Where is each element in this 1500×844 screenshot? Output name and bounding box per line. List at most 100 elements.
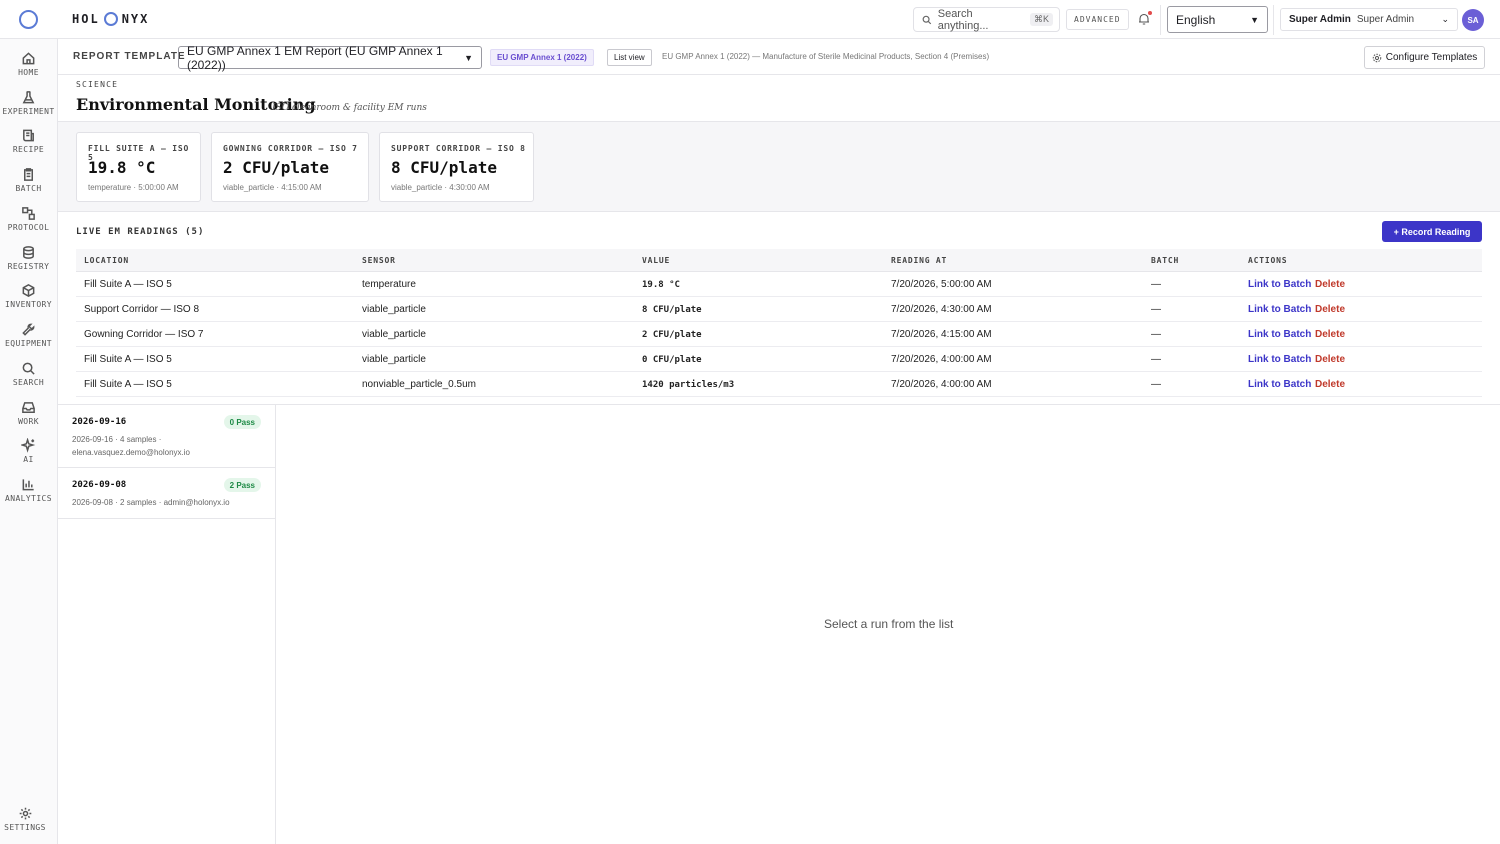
delete-button[interactable]: Delete	[1315, 329, 1345, 340]
card-meta: temperature · 5:00:00 AM	[88, 183, 179, 192]
sidebar-item-protocol[interactable]: PROTOCOL	[0, 206, 57, 242]
delete-button[interactable]: Delete	[1315, 354, 1345, 365]
cell-reading-at: 7/20/2026, 5:00:00 AM	[891, 279, 992, 290]
table-row: Gowning Corridor — ISO 7 viable_particle…	[76, 322, 1482, 347]
delete-button[interactable]: Delete	[1315, 379, 1345, 390]
protocol-icon	[22, 207, 35, 220]
summary-card: SUPPORT CORRIDOR — ISO 8 8 CFU/plate via…	[379, 132, 534, 202]
language-value: English	[1176, 12, 1216, 27]
search-placeholder: Search anything...	[937, 7, 989, 32]
summary-card: FILL SUITE A — ISO 5 19.8 °C temperature…	[76, 132, 201, 202]
delete-button[interactable]: Delete	[1315, 304, 1345, 315]
user-role: Super Admin	[1289, 14, 1351, 25]
sidebar-item-work[interactable]: WORK	[0, 400, 57, 436]
sidebar-item-settings[interactable]: SETTINGS	[0, 806, 50, 842]
sidebar-item-registry[interactable]: REGISTRY	[0, 245, 57, 281]
sidebar-item-equipment[interactable]: EQUIPMENT	[0, 322, 57, 358]
record-reading-button[interactable]: + Record Reading	[1382, 221, 1482, 242]
gear-icon	[19, 807, 31, 820]
cell-sensor: viable_particle	[362, 354, 426, 365]
user-menu[interactable]: Super Admin Super Admin ⌄	[1280, 8, 1458, 31]
divider	[1160, 5, 1161, 35]
flask-icon	[22, 91, 35, 104]
delete-button[interactable]: Delete	[1315, 279, 1345, 290]
table-row: Fill Suite A — ISO 5 nonviable_particle_…	[76, 372, 1482, 397]
column-header-batch: BATCH	[1151, 256, 1180, 265]
cell-batch: —	[1151, 354, 1161, 365]
sidebar-item-label: WORK	[18, 417, 39, 426]
sidebar-item-inventory[interactable]: INVENTORY	[0, 283, 57, 319]
sidebar-item-recipe[interactable]: RECIPE	[0, 128, 57, 164]
card-meta: viable_particle · 4:15:00 AM	[223, 183, 322, 192]
cell-batch: —	[1151, 379, 1161, 390]
brand-left: HOL	[72, 12, 100, 26]
list-item[interactable]: 2026-09-16 0 Pass 2026-09-16 · 4 samples…	[58, 405, 275, 468]
configure-templates-button[interactable]: Configure Templates	[1364, 46, 1485, 69]
link-to-batch-button[interactable]: Link to Batch	[1248, 329, 1311, 340]
cell-value: 8 CFU/plate	[642, 305, 702, 315]
search-icon	[22, 362, 35, 375]
sidebar-item-home[interactable]: HOME	[0, 51, 57, 87]
cell-location: Support Corridor — ISO 8	[84, 304, 200, 315]
configure-templates-label: Configure Templates	[1385, 52, 1478, 63]
cell-value: 1420 particles/m3	[642, 380, 735, 390]
link-to-batch-button[interactable]: Link to Batch	[1248, 354, 1311, 365]
sidebar-item-analytics[interactable]: ANALYTICS	[0, 477, 57, 513]
column-header-location: LOCATION	[84, 256, 129, 265]
sparkle-icon	[21, 438, 36, 453]
page-header: SCIENCE Environmental Monitoring ISO cle…	[58, 75, 1500, 122]
wrench-icon	[22, 323, 35, 336]
sidebar-item-label: ANALYTICS	[5, 494, 52, 503]
list-item[interactable]: 2026-09-08 2 Pass 2026-09-08 · 2 samples…	[58, 468, 275, 519]
sidebar: HOME EXPERIMENT RECIPE BATCH PROTOCOL RE…	[0, 39, 58, 844]
sidebar-item-label: SEARCH	[12, 378, 45, 387]
language-select[interactable]: English ▼	[1167, 6, 1268, 33]
sidebar-item-label: RECIPE	[12, 145, 45, 154]
cell-reading-at: 7/20/2026, 4:00:00 AM	[891, 354, 992, 365]
run-date: 2026-09-08	[72, 480, 127, 490]
recipe-icon	[23, 129, 34, 142]
cell-location: Fill Suite A — ISO 5	[84, 279, 172, 290]
cell-reading-at: 7/20/2026, 4:30:00 AM	[891, 304, 992, 315]
link-to-batch-button[interactable]: Link to Batch	[1248, 379, 1311, 390]
sidebar-item-label: SETTINGS	[4, 823, 46, 832]
sidebar-item-ai[interactable]: AI	[0, 438, 57, 474]
table-row: Support Corridor — ISO 8 viable_particle…	[76, 297, 1482, 322]
search-icon	[922, 15, 932, 24]
chevron-down-icon: ▼	[464, 52, 473, 63]
global-search-input[interactable]: Search anything... ⌘K	[913, 7, 1060, 32]
report-template-select[interactable]: EU GMP Annex 1 EM Report (EU GMP Annex 1…	[178, 43, 482, 72]
report-template-value: EU GMP Annex 1 EM Report (EU GMP Annex 1…	[187, 43, 443, 72]
column-header-value: VALUE	[642, 256, 671, 265]
summary-card: GOWNING CORRIDOR — ISO 7 2 CFU/plate via…	[211, 132, 369, 202]
summary-cards: FILL SUITE A — ISO 5 19.8 °C temperature…	[58, 122, 1500, 212]
sidebar-item-label: PROTOCOL	[7, 223, 50, 232]
brand-right: NYX	[121, 12, 150, 26]
column-header-actions: ACTIONS	[1248, 256, 1288, 265]
page-subtitle: ISO cleanroom & facility EM runs	[272, 103, 427, 113]
sidebar-item-label: INVENTORY	[5, 300, 52, 309]
sidebar-item-label: EQUIPMENT	[5, 339, 52, 348]
readings-table: LOCATION SENSOR VALUE READING AT BATCH A…	[76, 249, 1482, 397]
chevron-down-icon: ▼	[1250, 14, 1259, 25]
advanced-search-button[interactable]: ADVANCED	[1066, 9, 1129, 30]
regulation-badge: EU GMP Annex 1 (2022)	[490, 49, 594, 66]
sidebar-item-search[interactable]: SEARCH	[0, 361, 57, 397]
app-logo-icon[interactable]	[19, 10, 38, 29]
sidebar-item-label: AI	[23, 455, 34, 464]
list-view-button[interactable]: List view	[607, 49, 652, 66]
cell-batch: —	[1151, 279, 1161, 290]
link-to-batch-button[interactable]: Link to Batch	[1248, 304, 1311, 315]
sidebar-item-experiment[interactable]: EXPERIMENT	[0, 90, 57, 126]
sidebar-item-batch[interactable]: BATCH	[0, 167, 57, 203]
sidebar-item-label: EXPERIMENT	[2, 107, 55, 116]
run-list: 2026-09-16 0 Pass 2026-09-16 · 4 samples…	[58, 405, 276, 844]
avatar[interactable]: SA	[1462, 9, 1484, 31]
link-to-batch-button[interactable]: Link to Batch	[1248, 279, 1311, 290]
run-meta: 2026-09-16 · 4 samples · elena.vasquez.d…	[72, 435, 190, 457]
cell-location: Gowning Corridor — ISO 7	[84, 329, 204, 340]
cell-value: 19.8 °C	[642, 280, 680, 290]
notification-dot	[1148, 11, 1152, 15]
search-shortcut: ⌘K	[1029, 13, 1053, 26]
box-icon	[22, 284, 35, 297]
